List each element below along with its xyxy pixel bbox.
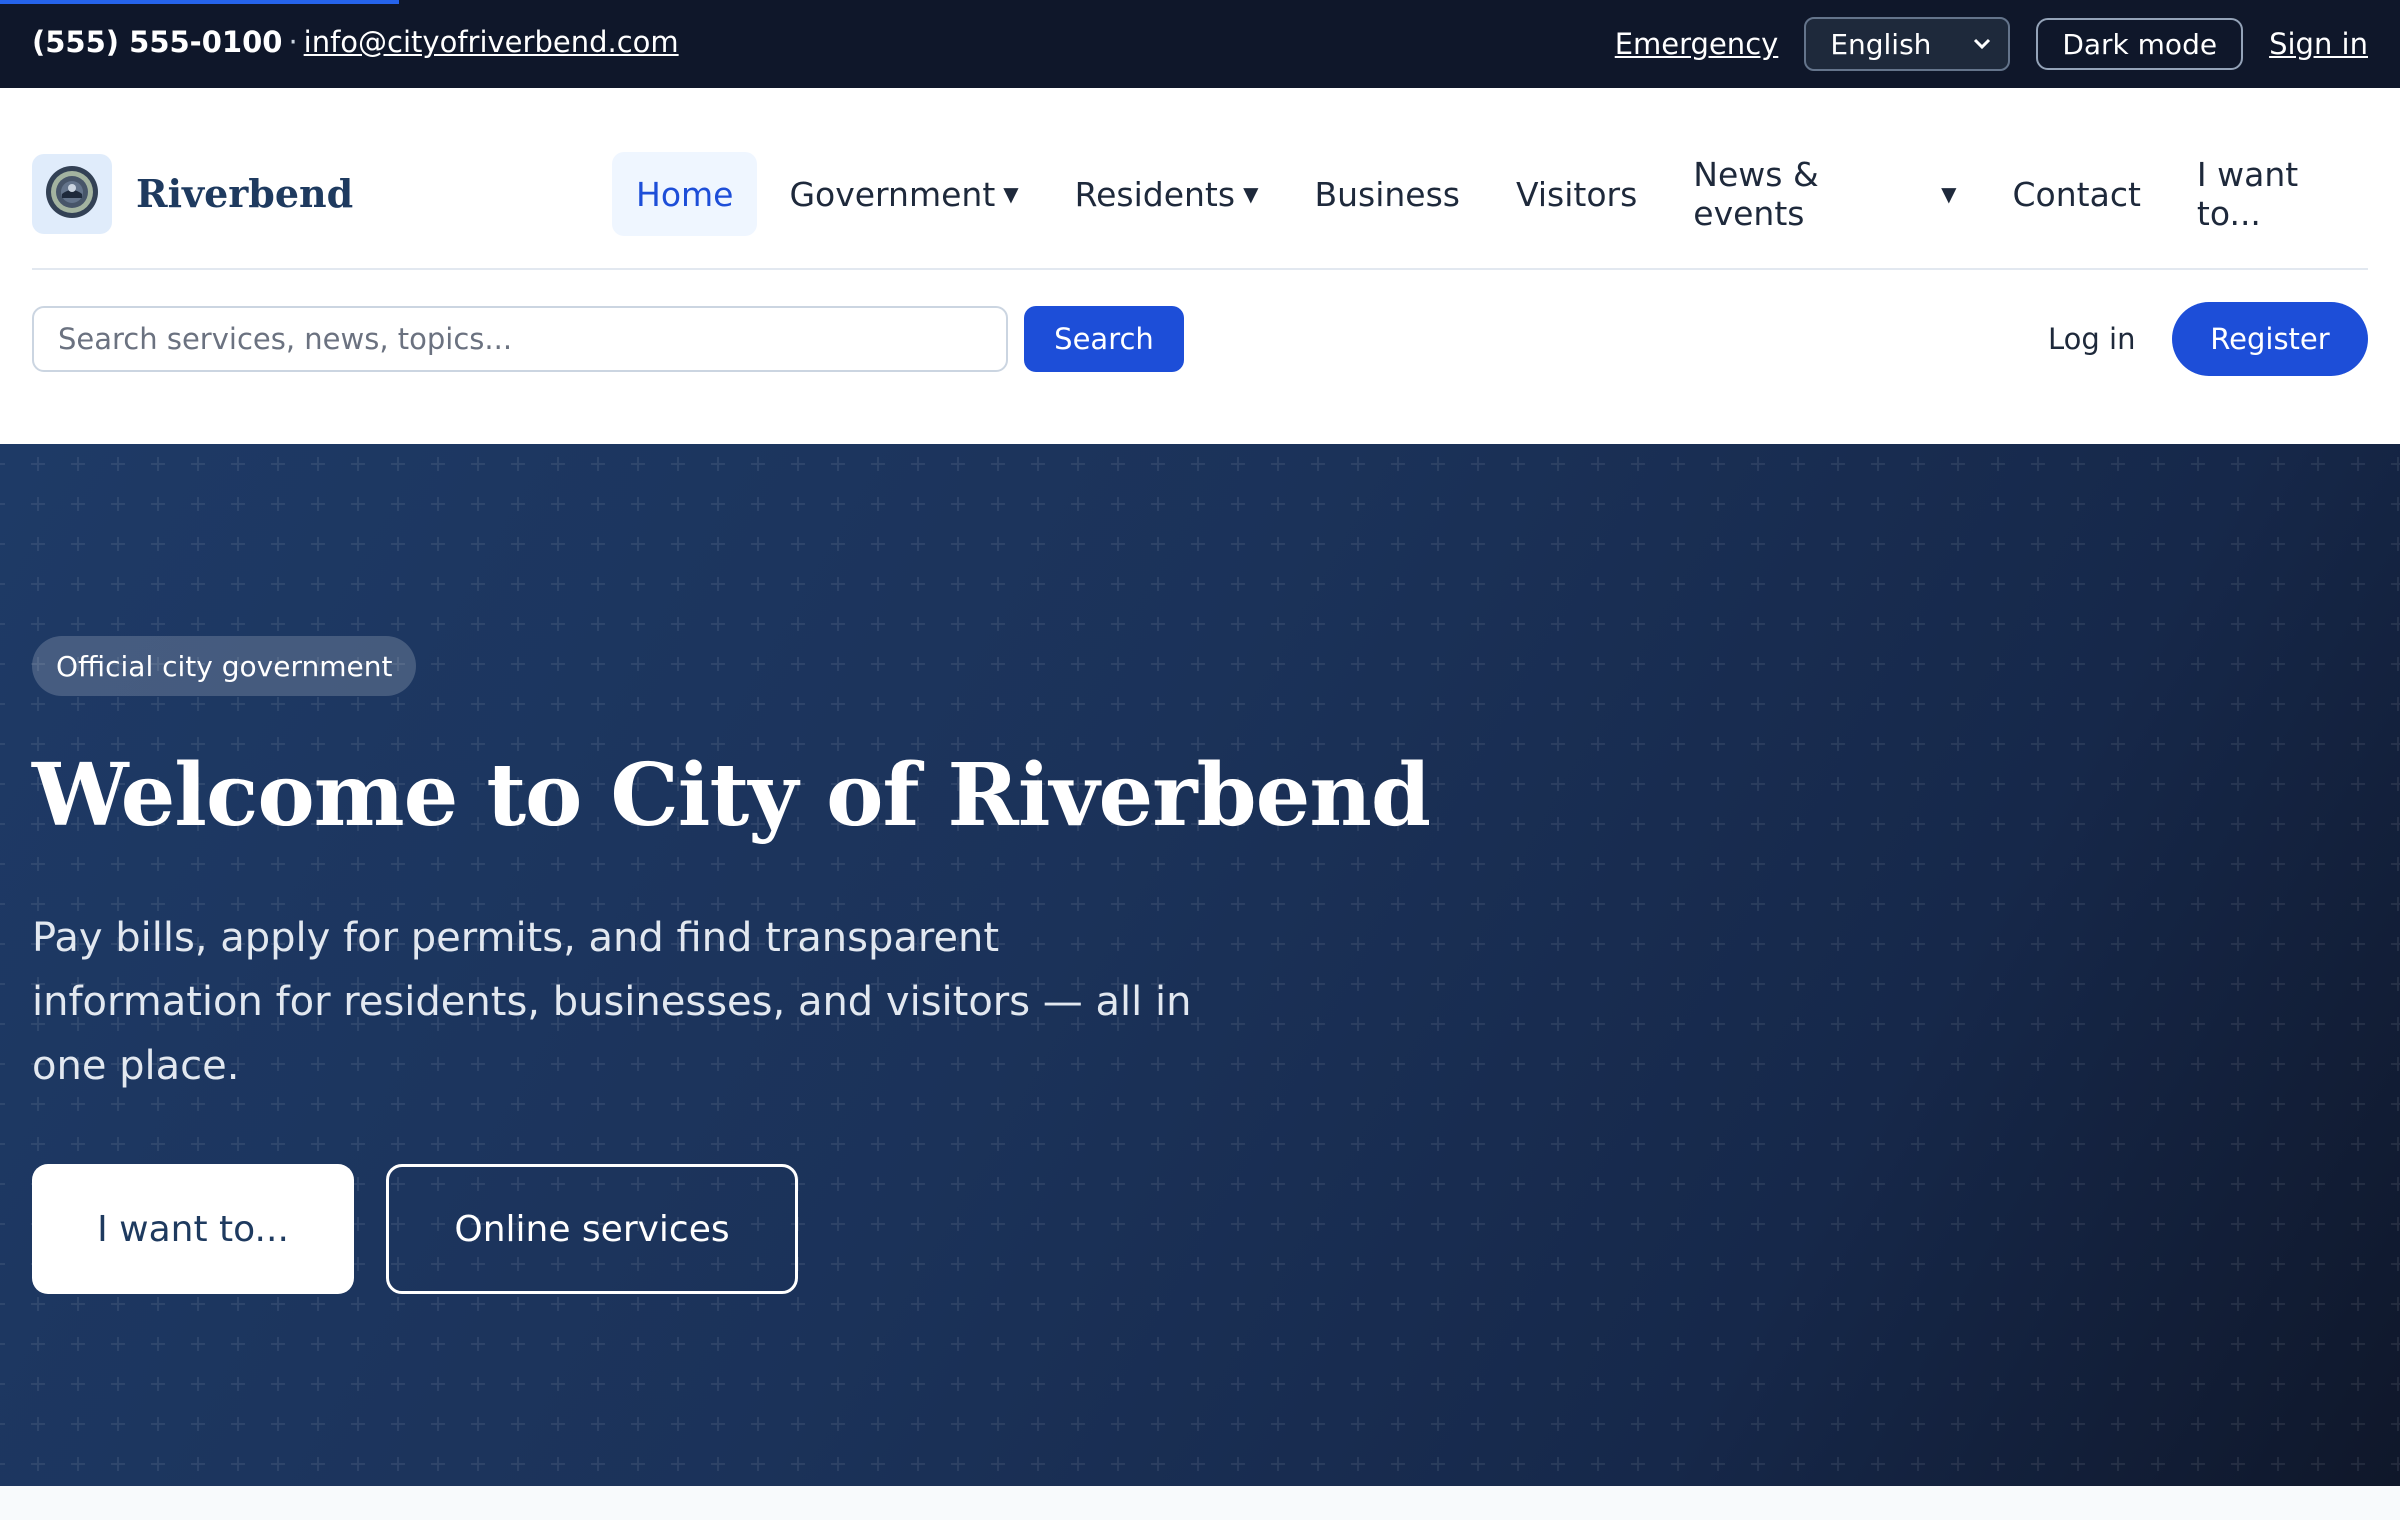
nav-item-residents[interactable]: Residents ▼ [1051, 152, 1283, 236]
nav-item-label: Residents [1074, 174, 1236, 214]
nav-item-news-events[interactable]: News & events ▼ [1669, 152, 1980, 236]
brand-name[interactable]: Riverbend [136, 166, 353, 222]
nav-item-label: Government [789, 174, 996, 214]
main-navigation: Home Government ▼ Residents ▼ Business V… [612, 152, 2400, 236]
nav-item-label: Home [636, 174, 734, 214]
hero-lead: Pay bills, apply for permits, and find t… [32, 915, 1192, 1089]
logo[interactable] [32, 154, 112, 234]
sign-in-link[interactable]: Sign in [2269, 27, 2368, 61]
nav-item-business[interactable]: Business [1290, 152, 1484, 236]
city-seal-icon [44, 164, 100, 224]
nav-item-contact[interactable]: Contact [1989, 152, 2165, 236]
nav-item-government[interactable]: Government ▼ [765, 152, 1042, 236]
caret-down-icon: ▼ [1243, 182, 1259, 206]
contact-info: (555) 555-0100 · info@cityofriverbend.com [32, 24, 679, 60]
nav-item-visitors[interactable]: Visitors [1492, 152, 1661, 236]
nav-item-label: I want to... [2196, 155, 2299, 233]
i-want-to-button[interactable]: I want to... [32, 1164, 354, 1294]
caret-down-icon: ▼ [1941, 182, 1957, 206]
emergency-link[interactable]: Emergency [1615, 27, 1779, 61]
nav-item-home[interactable]: Home [612, 152, 758, 236]
page-bottom-strip [0, 1486, 2400, 1520]
site-header: Riverbend Home Government ▼ Residents ▼ … [0, 88, 2400, 444]
header-divider [32, 268, 2368, 270]
hero-title: Welcome to City of Riverbend [32, 745, 1431, 846]
nav-item-label: Contact [2012, 174, 2141, 214]
dark-mode-button[interactable]: Dark mode [2036, 18, 2244, 70]
language-select-value: English [1830, 27, 1932, 61]
phone-number: (555) 555-0100 [32, 25, 283, 59]
email-link[interactable]: info@cityofriverbend.com [304, 25, 679, 59]
hero-section: Official city government Welcome to City… [0, 444, 2400, 1486]
nav-item-label: News & events [1693, 155, 1819, 233]
register-button[interactable]: Register [2172, 302, 2368, 376]
online-services-button[interactable]: Online services [386, 1164, 798, 1294]
official-badge: Official city government [32, 636, 417, 696]
contact-separator: · [288, 25, 298, 59]
utility-actions: Emergency English Dark mode Sign in [1615, 16, 2368, 72]
search-button[interactable]: Search [1024, 306, 1184, 372]
nav-item-label: Visitors [1516, 174, 1638, 214]
language-select[interactable]: English [1804, 17, 2011, 71]
page-progress-bar [0, 0, 399, 4]
utility-bar: (555) 555-0100 · info@cityofriverbend.com … [0, 0, 2400, 88]
nav-item-label: Business [1314, 174, 1460, 214]
search-input[interactable]: Search services, news, topics... [32, 306, 1008, 372]
chevron-down-icon [1972, 32, 1992, 57]
nav-item-i-want-to[interactable]: I want to... [2173, 152, 2392, 236]
caret-down-icon: ▼ [1003, 182, 1019, 206]
log-in-link[interactable]: Log in [2048, 306, 2135, 372]
